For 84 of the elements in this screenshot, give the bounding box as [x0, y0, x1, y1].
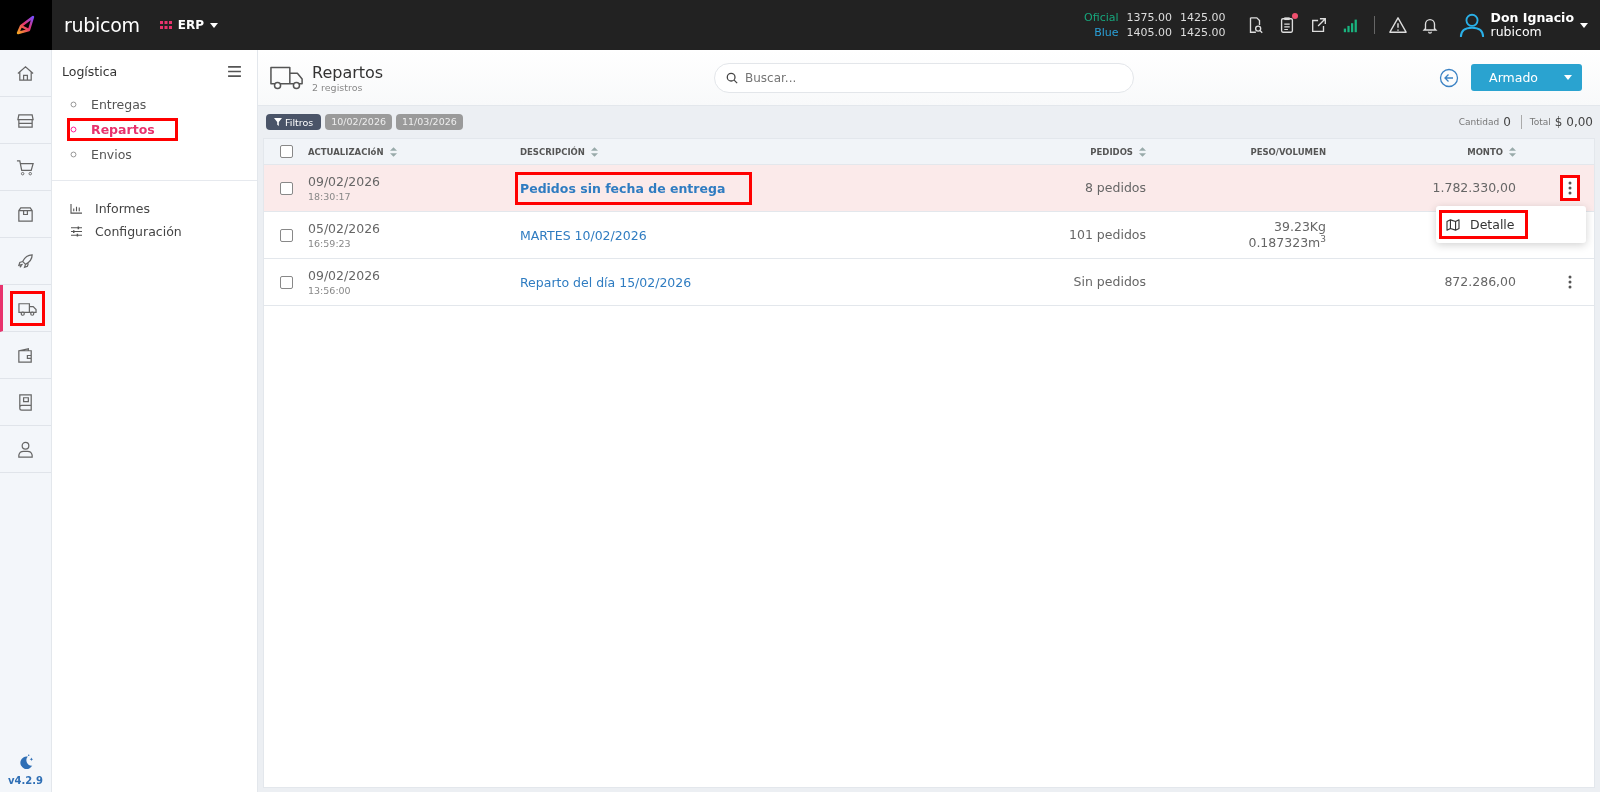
amount-text: 1.782.330,00	[1432, 180, 1516, 196]
date-text: 05/02/2026	[308, 221, 381, 236]
orders-count: 101 pedidos	[1069, 227, 1146, 243]
circle-bullet-icon	[70, 126, 77, 133]
search-icon	[726, 71, 738, 84]
date-text: 09/02/2026	[308, 268, 381, 283]
table-row[interactable]: 09/02/2026 13:56:00 Reparto del día 15/02/2026 Sin pedidos 872.286,00	[264, 259, 1594, 306]
table-row[interactable]: 09/02/2026 18:30:17 Pedidos sin fecha de entrega 8 pedidos 1.782.330,00	[264, 165, 1594, 212]
sliders-icon	[70, 226, 83, 237]
home-icon	[16, 63, 35, 83]
sort-icon[interactable]	[389, 146, 397, 157]
wallet-icon	[16, 345, 35, 365]
book-icon	[16, 392, 35, 412]
user-avatar-icon	[1458, 12, 1485, 38]
description-link[interactable]: MARTES 10/02/2026	[515, 218, 674, 252]
sort-icon[interactable]	[590, 146, 598, 157]
quantity-label: Cantidad	[1458, 117, 1500, 127]
submenu-link[interactable]: Configuración	[70, 224, 182, 239]
caret-icon	[1564, 75, 1572, 80]
column-header[interactable]: MONTO	[1467, 146, 1503, 157]
column-header[interactable]: PEDIDOS	[1090, 146, 1133, 157]
caret-icon	[1580, 22, 1588, 28]
kebab-icon	[1568, 181, 1572, 195]
rate-value: 1405.00	[1126, 25, 1173, 40]
time-text: 13:56:00	[308, 285, 351, 296]
sort-icon[interactable]	[1509, 146, 1516, 157]
user-menu[interactable]: Don Ignacio rubicom	[1458, 11, 1588, 39]
column-header[interactable]: PESO/VOLUMEN	[1250, 146, 1326, 157]
rate-value: 1375.00	[1126, 10, 1173, 25]
rocket-icon	[16, 251, 35, 271]
caret-icon	[209, 22, 218, 28]
bell-icon[interactable]	[1420, 16, 1439, 34]
date-text: 09/02/2026	[308, 174, 381, 189]
more-actions-button[interactable]	[1560, 175, 1580, 201]
circle-bullet-icon	[70, 151, 77, 158]
description-link[interactable]: Reparto del día 15/02/2026	[515, 265, 719, 299]
app-name[interactable]: rubicom	[64, 14, 140, 36]
row-checkbox[interactable]	[279, 228, 293, 242]
time-text: 16:59:23	[308, 238, 351, 249]
weight-text: 39.23Kg	[1274, 219, 1326, 235]
search-field[interactable]: Buscar...	[714, 62, 1134, 93]
circle-bullet-icon	[70, 101, 77, 108]
total-value: $ 0,00	[1554, 115, 1593, 129]
row-checkbox[interactable]	[279, 181, 293, 195]
amount-text: 872.286,00	[1444, 274, 1516, 290]
row-checkbox[interactable]	[279, 275, 293, 289]
user-icon	[16, 439, 35, 459]
map-icon	[1446, 218, 1460, 231]
rate-name: Blue	[1094, 25, 1119, 40]
rate-name: Oficial	[1084, 10, 1119, 25]
bar-chart-icon	[70, 203, 83, 214]
rate-value: 1425.00	[1180, 25, 1226, 40]
submenu-item[interactable]: Entregas	[67, 93, 170, 116]
grid-icon	[159, 21, 172, 29]
submenu-link[interactable]: Informes	[70, 201, 150, 216]
menu-icon[interactable]	[228, 66, 241, 77]
orders-count: 8 pedidos	[1084, 180, 1146, 196]
box-icon	[16, 204, 35, 224]
orders-count: Sin pedidos	[1073, 274, 1146, 290]
description-link[interactable]: Pedidos sin fecha de entrega	[515, 171, 753, 205]
kebab-icon	[1568, 275, 1572, 289]
filter-button[interactable]: Filtros	[266, 114, 322, 130]
menu-item[interactable]: Detalle	[1439, 210, 1528, 239]
filter-icon	[274, 118, 282, 126]
rate-value: 1425.00	[1180, 10, 1226, 25]
column-header[interactable]: ACTUALIZACIóN	[308, 146, 384, 157]
time-text: 18:30:17	[308, 191, 351, 202]
quantity-value: 0	[1503, 115, 1511, 129]
submenu-item[interactable]: Envios	[67, 143, 155, 166]
column-header[interactable]: DESCRIPCIÓN	[520, 146, 585, 157]
select-all-checkbox[interactable]	[279, 145, 293, 158]
volume-text: 0.187323m$^{3}$	[1248, 235, 1326, 251]
sort-icon[interactable]	[1139, 146, 1146, 157]
record-count: 2 registros	[312, 81, 364, 93]
module-dropdown[interactable]: ERP	[159, 18, 218, 32]
page-title: Repartos	[312, 62, 385, 82]
submenu-item[interactable]: Repartos	[67, 118, 178, 141]
total-label: Total	[1529, 117, 1551, 127]
cart-icon	[16, 157, 35, 177]
warning-icon[interactable]	[1388, 16, 1407, 34]
dropdown-toggle-button[interactable]	[1554, 64, 1582, 91]
section-title: Logística	[62, 64, 118, 79]
external-link-icon[interactable]	[1309, 16, 1328, 34]
version-label: v4.2.9	[8, 775, 43, 786]
